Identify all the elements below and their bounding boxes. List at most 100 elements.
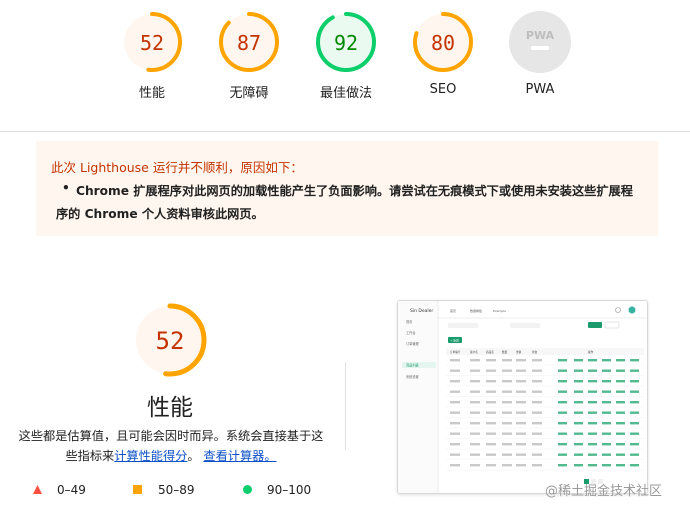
nav-item: 首页 (406, 319, 412, 324)
table-cell (450, 432, 460, 435)
table-cell (532, 443, 542, 446)
table-cell (470, 411, 480, 414)
table-cell (502, 464, 512, 467)
legend-label: 50–89 (158, 483, 195, 497)
performance-score: 52 (156, 327, 185, 355)
warning-title: 此次 Lighthouse 运行并不顺利，原因如下： (51, 160, 303, 175)
page-screenshot: Sin Dealer 首页 工作台 订单管理 商品列表 系统设置 首页 数据看板… (398, 301, 647, 493)
table-action (558, 432, 567, 435)
gauge-label: 无障碍 (229, 86, 269, 101)
table-cell (502, 432, 512, 435)
triangle-icon (33, 485, 42, 494)
table-action (574, 390, 583, 393)
table-action (602, 359, 611, 362)
table-cell (516, 380, 526, 383)
table-cell (450, 411, 460, 414)
table-cell (532, 359, 542, 362)
best-practices-gauge-icon: 92 (316, 12, 376, 72)
calculate-score-link[interactable]: 计算性能得分 (114, 449, 187, 463)
watermark: @稀土掘金技术社区 (545, 484, 663, 499)
gauge-score: 80 (431, 31, 455, 55)
table-cell (516, 359, 526, 362)
table-cell (502, 359, 512, 362)
table-cell (450, 359, 460, 362)
table-cell (486, 369, 496, 372)
pwa-badge-icon: PWA (509, 11, 571, 73)
table-action (574, 401, 583, 404)
table-action (558, 390, 567, 393)
table-cell (516, 422, 526, 425)
gauge-label: PWA (525, 82, 555, 97)
table-cell (470, 359, 480, 362)
table-action (630, 369, 639, 372)
gauge-accessibility[interactable]: 87 无障碍 (199, 10, 299, 125)
table-cell (450, 390, 460, 393)
table-cell (532, 453, 542, 456)
table-header: 金额 (516, 350, 522, 354)
table-header: 订单编号 (450, 350, 461, 354)
table-action (588, 390, 597, 393)
table-action (558, 380, 567, 383)
table-cell (486, 380, 496, 383)
table-action (588, 411, 597, 414)
table-cell (450, 443, 460, 446)
table-action (602, 401, 611, 404)
legend-label: 0–49 (57, 483, 86, 497)
seo-gauge-icon: 80 (413, 12, 473, 72)
table-cell (486, 464, 496, 467)
table-action (558, 359, 567, 362)
table-action (616, 443, 625, 446)
table-action (630, 422, 639, 425)
table-cell (502, 380, 512, 383)
table-action (602, 464, 611, 467)
table-cell (470, 422, 480, 425)
table-action (588, 359, 597, 362)
table-action (630, 359, 639, 362)
table-cell (532, 464, 542, 467)
gauge-label: 性能 (138, 86, 165, 101)
table-action (574, 380, 583, 383)
gauge-pwa[interactable]: PWA PWA (490, 10, 590, 125)
app-name: Sin Dealer (410, 308, 433, 314)
table-action (574, 464, 583, 467)
pwa-text: PWA (526, 29, 555, 42)
gauge-performance[interactable]: 52 性能 (102, 10, 202, 125)
table-action (630, 411, 639, 414)
table-cell (502, 411, 512, 414)
runtime-warning: 此次 Lighthouse 运行并不顺利，原因如下： Chrome 扩展程序对此… (36, 141, 658, 236)
tab: 数据看板 (470, 308, 482, 313)
table-cell (502, 443, 512, 446)
table-action (602, 453, 611, 456)
nav-item-active: 商品列表 (406, 363, 420, 368)
table-cell (532, 401, 542, 404)
gauge-score: 87 (237, 31, 261, 55)
gauge-seo[interactable]: 80 SEO (393, 10, 493, 125)
table-action (602, 443, 611, 446)
table-cell (532, 369, 542, 372)
table-action (616, 359, 625, 362)
table-cell (532, 432, 542, 435)
table-action (574, 443, 583, 446)
performance-description: 这些都是估算值，且可能会因时而异。系统会直接基于这 些指标来计算性能得分。 查看… (16, 426, 326, 466)
gauge-score: 52 (140, 31, 164, 55)
table-cell (486, 443, 496, 446)
gauge-best-practices[interactable]: 92 最佳做法 (296, 10, 396, 125)
final-screenshot-thumbnail[interactable]: Sin Dealer 首页 工作台 订单管理 商品列表 系统设置 首页 数据看板… (397, 300, 648, 494)
table-cell (516, 411, 526, 414)
table-action (602, 390, 611, 393)
table-action (574, 422, 583, 425)
table-cell (470, 390, 480, 393)
table-action (630, 401, 639, 404)
performance-gauge-icon: 52 (122, 12, 182, 72)
table-cell (470, 443, 480, 446)
table-action (558, 369, 567, 372)
table-action (602, 380, 611, 383)
performance-large-gauge-icon: 52 (133, 303, 207, 377)
warning-bullet: Chrome 扩展程序对此网页的加载性能产生了负面影响。请尝试在无痕模式下或使用… (62, 181, 633, 199)
table-cell (450, 464, 460, 467)
view-calculator-link[interactable]: 查看计算器。 (203, 449, 276, 463)
accessibility-gauge-icon: 87 (219, 12, 279, 72)
table-action (588, 422, 597, 425)
table-cell (450, 380, 460, 383)
warning-bullet-continued: 序的 Chrome 个人资料审核此网页。 (56, 207, 264, 221)
